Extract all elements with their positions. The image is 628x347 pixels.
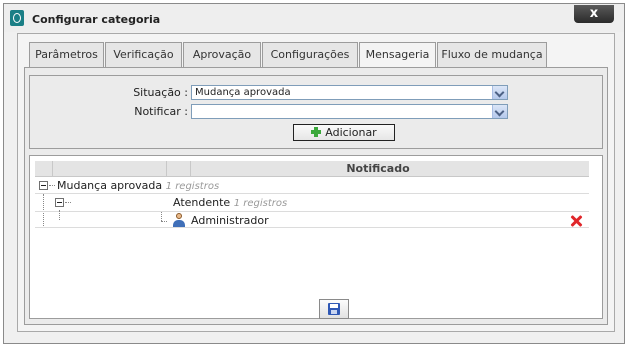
grid-header-cell [53,161,167,176]
notified-grid-container: Notificado Mudança aprovada 1 registros … [29,155,603,319]
situacao-value: Mudança aprovada [195,87,291,98]
mensageria-panel: Situação : Mudança aprovada Notificar : … [24,67,608,325]
tree-connector [65,202,71,203]
tab-parametros[interactable]: Parâmetros [29,42,104,67]
delete-icon[interactable] [570,215,582,227]
chevron-down-icon[interactable] [492,86,507,99]
app-logo-icon [10,10,24,26]
subgroup-count: 1 registros [233,198,288,209]
tab-mensageria[interactable]: Mensageria [359,42,436,69]
tab-configuracoes[interactable]: Configurações [262,42,358,67]
tree-connector [161,212,162,221]
title-bar: Configurar categoria x [4,4,624,32]
group-label: Mudança aprovada 1 registros [57,179,219,192]
notification-form: Situação : Mudança aprovada Notificar : … [29,75,603,149]
group-name: Mudança aprovada [57,179,163,192]
situacao-label: Situação : [133,86,188,99]
plus-icon [311,127,322,137]
tab-aprovacao[interactable]: Aprovação [183,42,261,67]
collapse-icon[interactable] [39,181,48,190]
recipient-name: Administrador [191,214,269,227]
subgroup-row[interactable]: Atendente 1 registros [35,194,589,228]
configure-category-dialog: Configurar categoria x Parâmetros Verifi… [3,3,625,344]
tree-connector [59,210,60,220]
subgroup-label: Atendente 1 registros [173,196,287,209]
group-count: 1 registros [165,181,220,192]
tab-fluxo-de-mudanca[interactable]: Fluxo de mudança [437,42,547,67]
tab-verificacao[interactable]: Verificação [105,42,182,67]
close-button[interactable]: x [574,5,614,23]
notificado-header[interactable]: Notificado [167,162,589,175]
add-button-label: Adicionar [325,126,377,139]
dialog-title: Configurar categoria [32,13,161,26]
notified-grid: Notificado Mudança aprovada 1 registros … [35,161,589,231]
save-button[interactable] [319,299,349,319]
add-button[interactable]: Adicionar [293,124,395,141]
notificar-label: Notificar : [134,105,188,118]
tree-connector [161,221,167,222]
subgroup-name: Atendente [173,196,231,209]
grid-header-cell [35,161,53,176]
grid-header: Notificado [35,161,589,177]
user-icon [172,213,186,227]
dialog-body: Parâmetros Verificação Aprovação Configu… [17,33,615,332]
tree-connector [49,185,55,186]
group-row[interactable]: Mudança aprovada 1 registros [35,177,589,194]
collapse-icon[interactable] [55,198,64,207]
table-row[interactable]: Administrador [35,210,589,228]
save-icon [328,303,340,315]
situacao-select[interactable]: Mudança aprovada [191,85,508,100]
notificar-select[interactable] [191,104,508,119]
chevron-down-icon[interactable] [492,105,507,118]
